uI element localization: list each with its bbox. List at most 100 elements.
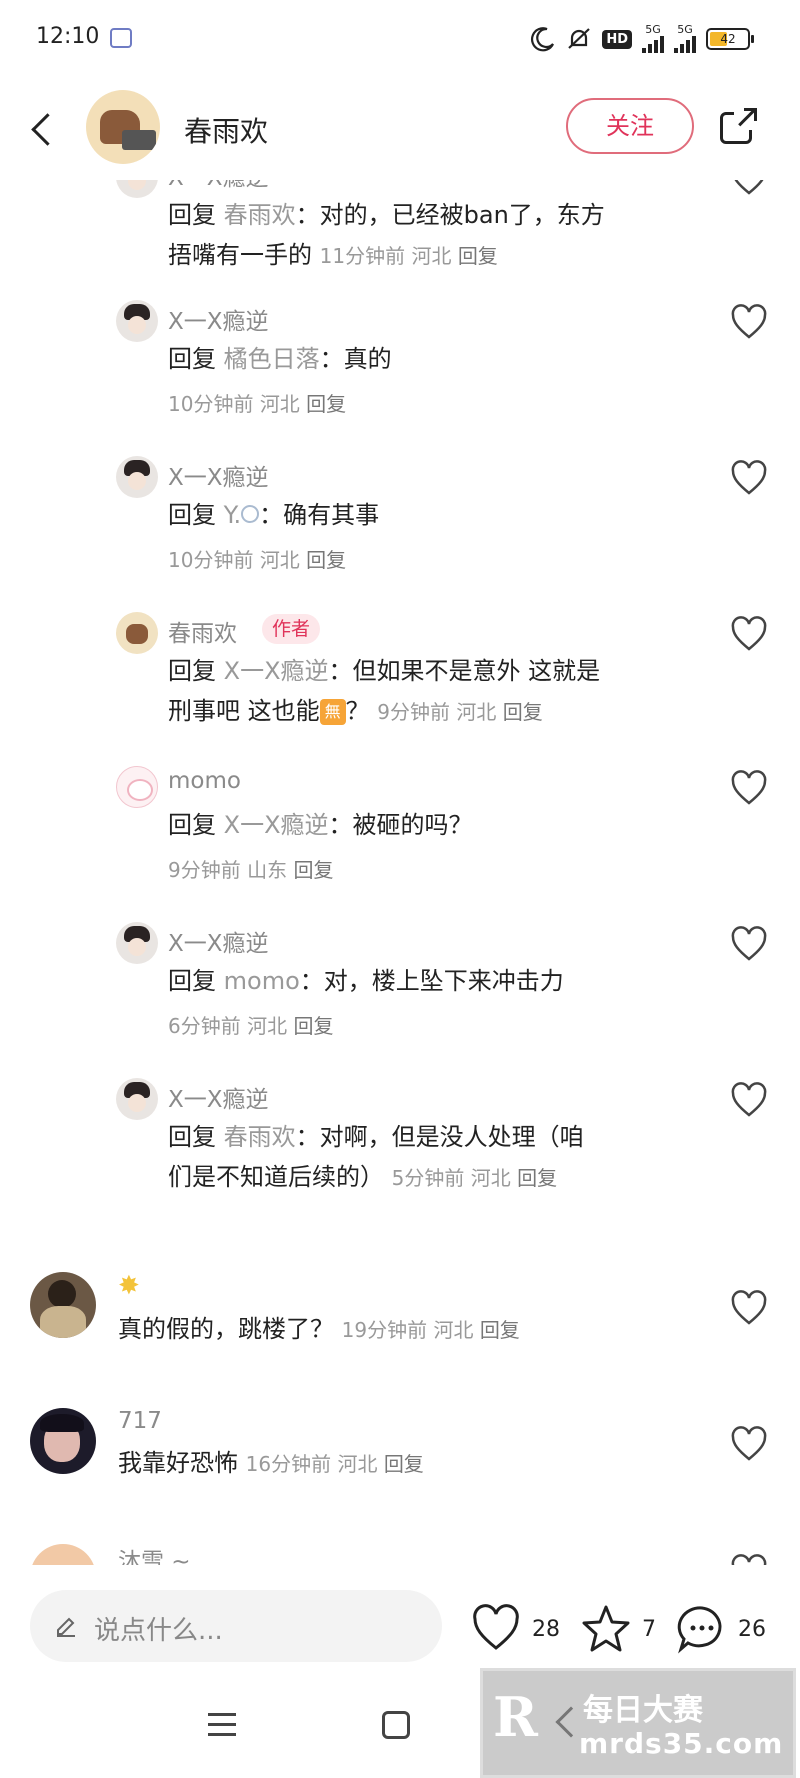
- reply-link[interactable]: 回复: [306, 548, 346, 572]
- reply-link[interactable]: 回复: [517, 1166, 557, 1190]
- comment-text[interactable]: 真的假的，跳楼了？ 19分钟前 河北 回复: [118, 1310, 520, 1349]
- comment-button[interactable]: 26: [676, 1603, 766, 1655]
- comment-list[interactable]: X一X瘾逆 回复 春雨欢：对的，已经被ban了，东方 捂嘴有一手的 11分钟前 …: [0, 180, 800, 1565]
- like-heart-icon[interactable]: [730, 1082, 768, 1118]
- comment-text[interactable]: 回复 X一X瘾逆：但如果不是意外 这就是: [168, 652, 600, 690]
- author-name[interactable]: 春雨欢: [184, 110, 268, 150]
- reply-link[interactable]: 回复: [480, 1318, 520, 1342]
- hd-badge: HD: [602, 29, 632, 49]
- comment-author[interactable]: momo: [168, 768, 241, 794]
- like-heart-icon[interactable]: [730, 1426, 768, 1462]
- bottom-action-bar: 说点什么... 28 7 26: [0, 1565, 800, 1683]
- comment-author[interactable]: 717: [118, 1408, 162, 1434]
- network-label-1: 5G: [645, 23, 661, 36]
- comment-meta: 16分钟前 河北 回复: [245, 1452, 424, 1476]
- reply-item: momo 回复 X一X瘾逆：被砸的吗？ 9分钟前 山东 回复: [0, 766, 800, 914]
- comment-text-line2[interactable]: 捂嘴有一手的 11分钟前 河北 回复: [168, 236, 498, 275]
- comment-text[interactable]: 回复 momo：对，楼上坠下来冲击力: [168, 962, 564, 1000]
- author-badge: 作者: [262, 614, 321, 644]
- notification-app-icon: [110, 28, 132, 48]
- comment-meta: 6分钟前 河北 回复: [168, 1014, 334, 1038]
- comment-text[interactable]: 回复 Y. ：确有其事: [168, 496, 379, 534]
- comment-input[interactable]: 说点什么...: [30, 1590, 442, 1662]
- comment-text-line2[interactable]: 刑事吧 这也能無？ 9分钟前 河北 回复: [168, 692, 543, 731]
- comment-author[interactable]: X一X瘾逆: [168, 302, 269, 336]
- follow-button[interactable]: 关注: [566, 98, 694, 154]
- favorite-button[interactable]: 7: [580, 1603, 656, 1655]
- like-heart-icon[interactable]: [730, 304, 768, 340]
- menu-icon[interactable]: [208, 1713, 236, 1737]
- reply-link[interactable]: 回复: [293, 858, 333, 882]
- avatar[interactable]: [30, 1408, 96, 1474]
- avatar[interactable]: [30, 1544, 96, 1565]
- watermark: R 每日大赛 mrds35.com: [480, 1668, 796, 1778]
- comment-text[interactable]: 我靠好恐怖 16分钟前 河北 回复: [118, 1444, 424, 1483]
- signal-2: 5G: [674, 24, 696, 53]
- comment-meta: 10分钟前 河北 回复: [168, 548, 347, 572]
- mute-bell-icon: [568, 28, 591, 49]
- author-avatar[interactable]: [86, 90, 160, 164]
- status-icons: HD 5G 5G 42: [530, 22, 754, 56]
- reply-item: X一X瘾逆 回复 Y. ：确有其事 10分钟前 河北 回复: [0, 456, 800, 604]
- like-heart-icon[interactable]: [730, 1554, 768, 1565]
- reply-item: X一X瘾逆 回复 momo：对，楼上坠下来冲击力 6分钟前 河北 回复: [0, 922, 800, 1070]
- avatar[interactable]: [116, 1078, 158, 1120]
- avatar[interactable]: [116, 180, 158, 198]
- status-time: 12:10: [36, 24, 100, 49]
- comment-text-line2[interactable]: 们是不知道后续的） 5分钟前 河北 回复: [168, 1158, 557, 1197]
- like-heart-icon[interactable]: [730, 1290, 768, 1326]
- comment-author[interactable]: X一X瘾逆: [168, 1080, 269, 1114]
- like-heart-icon[interactable]: [730, 616, 768, 652]
- avatar[interactable]: [116, 456, 158, 498]
- reply-item: 春雨欢 作者 回复 X一X瘾逆：但如果不是意外 这就是 刑事吧 这也能無？ 9分…: [0, 612, 800, 780]
- comment-meta: 19分钟前 河北 回复: [341, 1318, 520, 1342]
- comment-input-placeholder: 说点什么...: [94, 1616, 223, 1646]
- comment-meta: 10分钟前 河北 回复: [168, 392, 347, 416]
- avatar[interactable]: [116, 766, 158, 808]
- sparkle-icon[interactable]: ✸: [118, 1272, 146, 1300]
- reply-item: X一X瘾逆 回复 春雨欢：对啊，但是没人处理（咱 们是不知道后续的） 5分钟前 …: [0, 1078, 800, 1246]
- moon-icon: [531, 27, 555, 52]
- reply-link[interactable]: 回复: [384, 1452, 424, 1476]
- pencil-icon: [57, 1617, 75, 1637]
- avatar[interactable]: [30, 1272, 96, 1338]
- comment-author[interactable]: 沐雪 ~: [118, 1542, 191, 1565]
- like-heart-icon[interactable]: [730, 770, 768, 806]
- comment-item: ✸ 真的假的，跳楼了？ 19分钟前 河北 回复: [0, 1270, 800, 1380]
- home-icon[interactable]: [382, 1711, 410, 1739]
- back-button[interactable]: [24, 106, 64, 154]
- heart-icon: [473, 1604, 519, 1650]
- star-icon: [582, 1605, 630, 1652]
- watermark-title: 每日大赛: [583, 1693, 703, 1728]
- battery-level: 42: [720, 32, 736, 46]
- reply-item: X一X瘾逆 回复 橘色日落：真的 10分钟前 河北 回复: [0, 300, 800, 448]
- comment-meta: 9分钟前 山东 回复: [168, 858, 334, 882]
- comment-author[interactable]: X一X瘾逆: [168, 924, 269, 958]
- avatar[interactable]: [116, 300, 158, 342]
- like-heart-icon[interactable]: [730, 926, 768, 962]
- share-icon[interactable]: [716, 106, 758, 146]
- comment-author[interactable]: X一X瘾逆: [168, 458, 269, 492]
- reply-item: X一X瘾逆 回复 春雨欢：对的，已经被ban了，东方 捂嘴有一手的 11分钟前 …: [0, 180, 800, 284]
- comment-text[interactable]: 回复 橘色日落：真的: [168, 340, 392, 378]
- page-header: 春雨欢 关注: [0, 80, 800, 180]
- avatar[interactable]: [116, 922, 158, 964]
- watermark-logo: R: [493, 1685, 538, 1749]
- like-button[interactable]: 28: [470, 1603, 560, 1655]
- comment-item: 717 我靠好恐怖 16分钟前 河北 回复: [0, 1406, 800, 1516]
- comment-text[interactable]: 回复 X一X瘾逆：被砸的吗？: [168, 806, 473, 844]
- status-bar: 12:10 HD 5G 5G 42: [0, 0, 800, 80]
- comment-text[interactable]: 回复 春雨欢：对啊，但是没人处理（咱: [168, 1118, 584, 1156]
- comment-author[interactable]: 春雨欢: [168, 614, 237, 648]
- reply-link[interactable]: 回复: [503, 700, 543, 724]
- like-heart-icon[interactable]: [730, 180, 768, 196]
- comment-author[interactable]: X一X瘾逆: [168, 180, 269, 192]
- avatar[interactable]: [116, 612, 158, 654]
- chat-bubble-icon: [677, 1606, 722, 1654]
- reply-link[interactable]: 回复: [458, 244, 498, 268]
- comment-meta: 5分钟前 河北 回复: [391, 1166, 558, 1190]
- comment-text[interactable]: 回复 春雨欢：对的，已经被ban了，东方: [168, 196, 605, 234]
- like-heart-icon[interactable]: [730, 460, 768, 496]
- reply-link[interactable]: 回复: [306, 392, 346, 416]
- reply-link[interactable]: 回复: [293, 1014, 333, 1038]
